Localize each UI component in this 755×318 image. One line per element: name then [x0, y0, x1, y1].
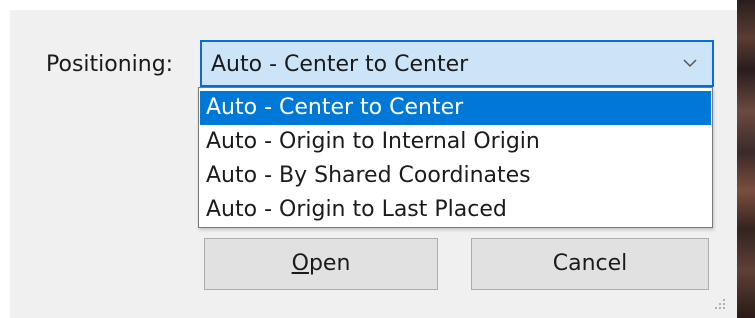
positioning-selected-value: Auto - Center to Center — [211, 52, 469, 77]
option-auto-origin-to-last-placed[interactable]: Auto - Origin to Last Placed — [200, 193, 711, 227]
open-button-accelerator: O — [291, 251, 309, 276]
positioning-label: Positioning: — [46, 52, 174, 77]
resize-grip-icon[interactable] — [710, 296, 728, 314]
cancel-button[interactable]: Cancel — [471, 238, 709, 290]
option-auto-center-to-center[interactable]: Auto - Center to Center — [200, 91, 711, 125]
positioning-dropdown-list: Auto - Center to Center Auto - Origin to… — [198, 87, 713, 228]
option-auto-by-shared-coordinates[interactable]: Auto - By Shared Coordinates — [200, 159, 711, 193]
positioning-combobox[interactable]: Auto - Center to Center — [200, 40, 714, 87]
open-button[interactable]: Open — [204, 238, 438, 290]
open-button-label: pen — [308, 251, 351, 276]
chevron-down-icon[interactable] — [682, 55, 698, 71]
option-auto-origin-to-internal-origin[interactable]: Auto - Origin to Internal Origin — [200, 125, 711, 159]
background-window-edge — [737, 0, 755, 318]
window-top-edge — [0, 0, 737, 10]
